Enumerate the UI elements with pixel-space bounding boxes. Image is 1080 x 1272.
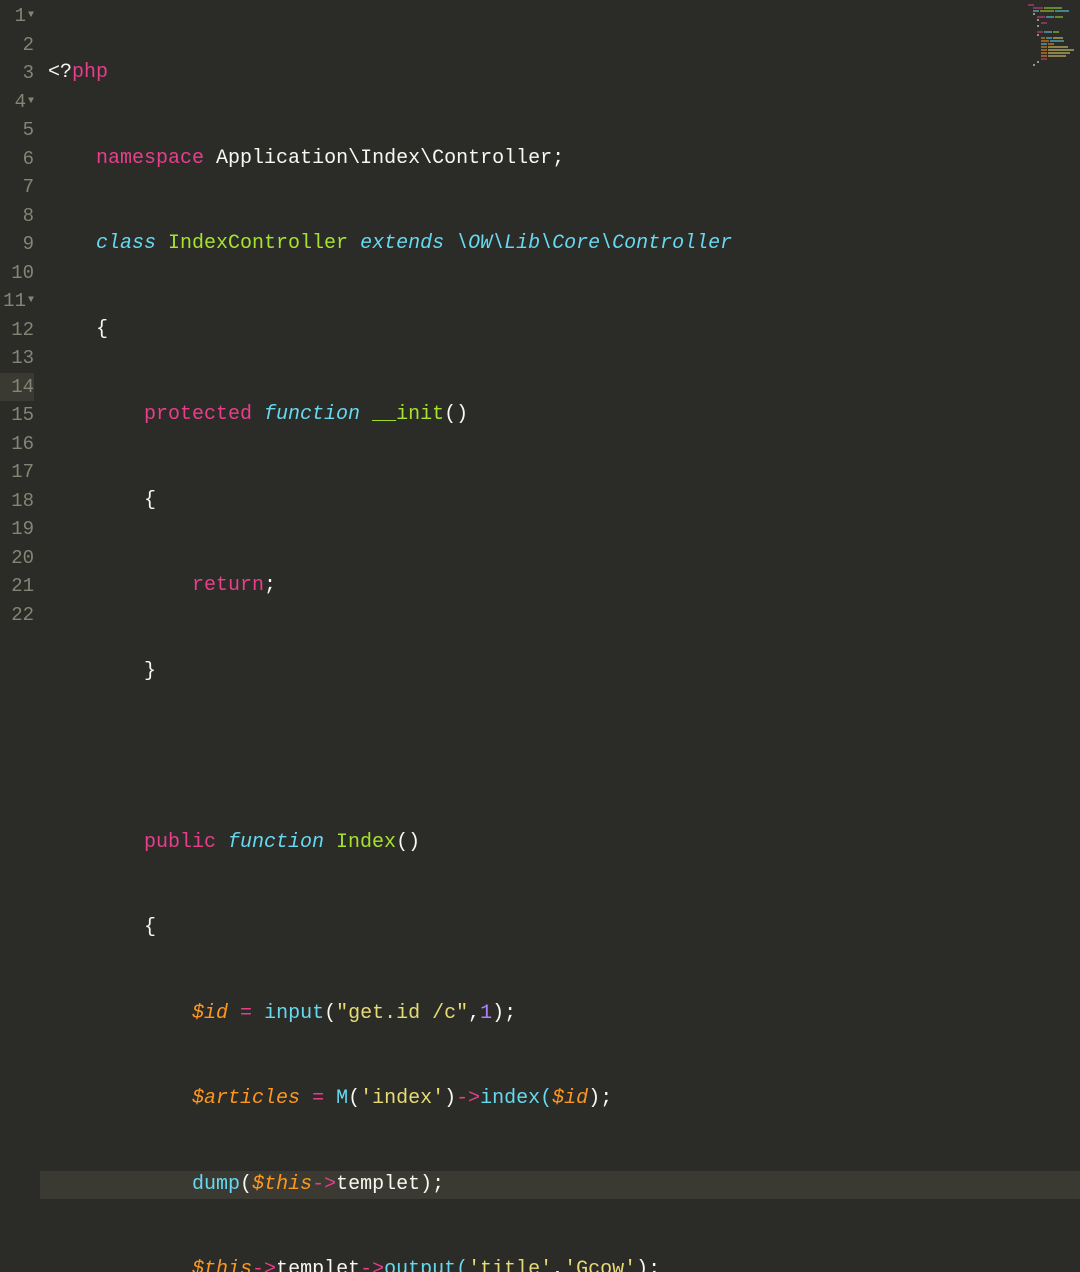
fold-icon[interactable]: ▼ — [28, 287, 34, 316]
line-number: 8 — [0, 202, 34, 231]
fold-icon[interactable]: ▼ — [28, 88, 34, 117]
code-line: protected function __init() — [48, 401, 1080, 430]
line-number: 1▼ — [0, 2, 34, 31]
code-line: { — [48, 316, 1080, 345]
line-number: 3 — [0, 59, 34, 88]
line-number: 18 — [0, 487, 34, 516]
code-line: $this->templet->output('title','Gcow'); — [48, 1256, 1080, 1272]
line-number: 7 — [0, 173, 34, 202]
line-number: 5 — [0, 116, 34, 145]
line-number: 20 — [0, 544, 34, 573]
line-number: 15 — [0, 401, 34, 430]
code-line-active: dump($this->templet); — [40, 1171, 1080, 1200]
line-number: 9 — [0, 230, 34, 259]
line-number: 11▼ — [0, 287, 34, 316]
code-line: { — [48, 914, 1080, 943]
code-line: $id = input("get.id /c",1); — [48, 1000, 1080, 1029]
line-number-gutter: 1▼234▼567891011▼1213141516171819202122 — [0, 0, 40, 636]
line-number: 16 — [0, 430, 34, 459]
code-line: $articles = M('index')->index($id); — [48, 1085, 1080, 1114]
line-number: 14 — [0, 373, 34, 402]
code-line: } — [48, 658, 1080, 687]
code-line: { — [48, 487, 1080, 516]
line-number: 21 — [0, 572, 34, 601]
code-line: namespace Application\Index\Controller; — [48, 145, 1080, 174]
line-number: 2 — [0, 31, 34, 60]
line-number: 22 — [0, 601, 34, 630]
line-number: 19 — [0, 515, 34, 544]
code-line: public function Index() — [48, 829, 1080, 858]
line-number: 4▼ — [0, 88, 34, 117]
line-number: 10 — [0, 259, 34, 288]
line-number: 17 — [0, 458, 34, 487]
code-line — [48, 743, 1080, 772]
minimap[interactable] — [1028, 4, 1076, 64]
line-number: 13 — [0, 344, 34, 373]
line-number: 6 — [0, 145, 34, 174]
code-line: return; — [48, 572, 1080, 601]
code-editor-area[interactable]: <?php namespace Application\Index\Contro… — [40, 0, 1080, 636]
line-number: 12 — [0, 316, 34, 345]
fold-icon[interactable]: ▼ — [28, 2, 34, 31]
code-line: class IndexController extends \OW\Lib\Co… — [48, 230, 1080, 259]
code-line: <?php — [48, 59, 1080, 88]
